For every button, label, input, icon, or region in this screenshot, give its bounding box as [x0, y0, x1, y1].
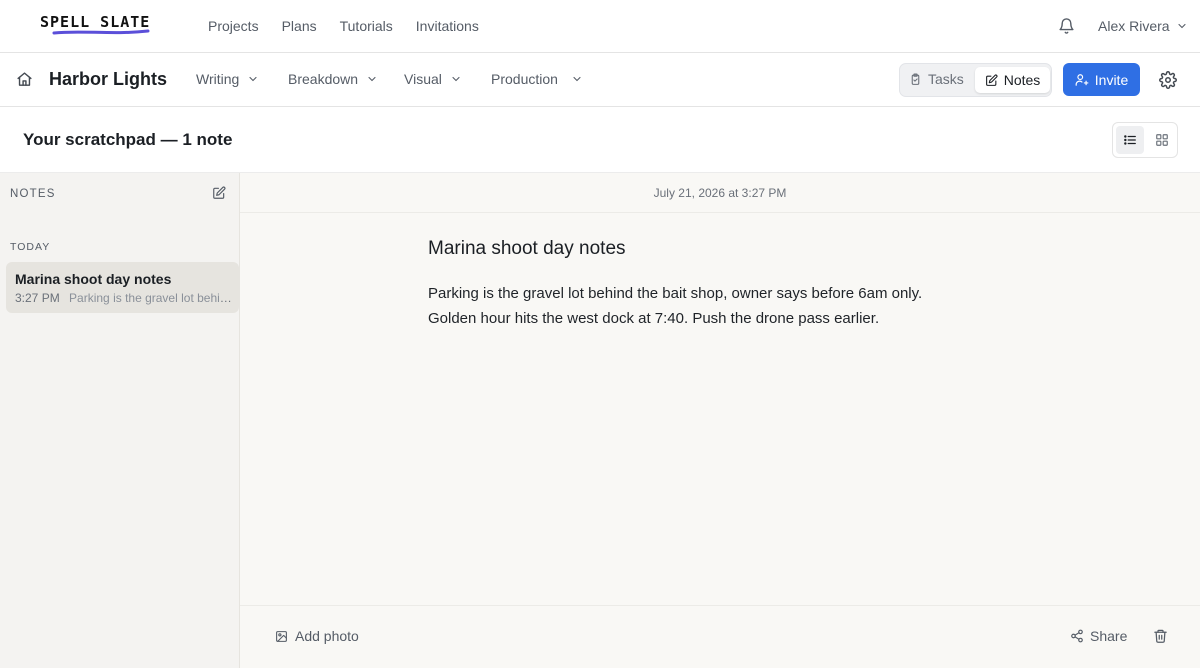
nav-tutorials[interactable]: Tutorials [340, 18, 393, 34]
list-view-button[interactable] [1116, 126, 1144, 154]
menu-visual-label: Visual [404, 71, 442, 87]
top-bar: SPELL SLATE Projects Plans Tutorials Inv… [0, 0, 1200, 53]
share-button[interactable]: Share [1070, 628, 1127, 644]
menu-visual[interactable]: Visual [404, 71, 462, 87]
tab-notes[interactable]: Notes [975, 67, 1050, 93]
grid-icon [1156, 134, 1168, 146]
tab-notes-label: Notes [1003, 72, 1041, 88]
top-nav: Projects Plans Tutorials Invitations [208, 18, 479, 34]
scratchpad-header: Your scratchpad — 1 note [0, 107, 1200, 173]
project-title: Harbor Lights [49, 69, 168, 89]
group-label-today: TODAY [10, 241, 51, 253]
invite-label: Invite [1094, 71, 1129, 88]
image-icon [276, 630, 287, 642]
view-toggle [1112, 122, 1178, 158]
add-photo-button[interactable]: Add photo [275, 628, 359, 644]
list-icon [1124, 135, 1136, 145]
note-body[interactable]: Parking is the gravel lot behind the bai… [428, 281, 988, 331]
share-icon [1071, 629, 1083, 643]
gear-icon[interactable] [1159, 71, 1177, 89]
user-menu[interactable]: Alex Rivera [1098, 18, 1188, 34]
chevron-down-icon [573, 76, 581, 82]
note-timestamp: July 21, 2026 at 3:27 PM [240, 173, 1200, 213]
edit-note-icon [985, 73, 998, 86]
trash-icon[interactable] [1153, 628, 1168, 644]
menu-production[interactable]: Production [491, 71, 583, 87]
note-body-line: Golden hour hits the west dock at 7:40. … [428, 310, 880, 327]
clipboard-icon [911, 73, 920, 85]
add-photo-label: Add photo [295, 628, 359, 644]
note-title[interactable]: Marina shoot day notes [428, 238, 626, 260]
grid-view-button[interactable] [1148, 126, 1176, 154]
note-body-line: Parking is the gravel lot behind the bai… [428, 285, 923, 302]
share-label: Share [1090, 628, 1128, 644]
nav-plans[interactable]: Plans [282, 18, 317, 34]
add-user-icon [1075, 73, 1089, 86]
new-note-icon[interactable] [212, 186, 226, 200]
chevron-down-icon [452, 76, 460, 82]
tab-tasks[interactable]: Tasks [909, 71, 964, 87]
menu-breakdown-label: Breakdown [288, 71, 359, 87]
editor-footer: Add photo Share [240, 605, 1200, 668]
sidebar-heading: NOTES [10, 188, 56, 200]
chevron-down-icon [368, 76, 376, 82]
logo-underline-icon [52, 29, 150, 35]
tab-tasks-label: Tasks [928, 71, 964, 87]
notes-sidebar: NOTES TODAY Marina shoot day notes 3:27 … [0, 173, 240, 668]
note-editor: July 21, 2026 at 3:27 PM Marina shoot da… [240, 173, 1200, 668]
note-item-time: 3:27 PM [15, 291, 60, 305]
menu-writing-label: Writing [196, 71, 240, 87]
note-item-title: Marina shoot day notes [15, 271, 172, 287]
menu-writing[interactable]: Writing [196, 71, 259, 87]
menu-production-label: Production [491, 71, 558, 87]
menu-breakdown[interactable]: Breakdown [288, 71, 378, 87]
user-name: Alex Rivera [1098, 18, 1170, 34]
invite-button[interactable]: Invite [1063, 63, 1140, 96]
note-item-meta: 3:27 PM Parking is the gravel lot behind… [15, 291, 235, 305]
home-icon[interactable] [16, 71, 33, 88]
nav-projects[interactable]: Projects [208, 18, 259, 34]
project-bar: Harbor Lights Writing Breakdown Visual P… [0, 53, 1200, 107]
nav-invitations[interactable]: Invitations [416, 18, 479, 34]
bell-icon[interactable] [1058, 17, 1075, 35]
tasks-notes-toggle: Tasks Notes [899, 63, 1052, 97]
note-item-preview: Parking is the gravel lot behind the bai… [69, 291, 235, 305]
list-item[interactable]: Marina shoot day notes 3:27 PM Parking i… [6, 262, 239, 313]
scratchpad-title: Your scratchpad — 1 note [23, 130, 233, 149]
chevron-down-icon [249, 76, 257, 82]
chevron-down-icon [1178, 23, 1186, 29]
